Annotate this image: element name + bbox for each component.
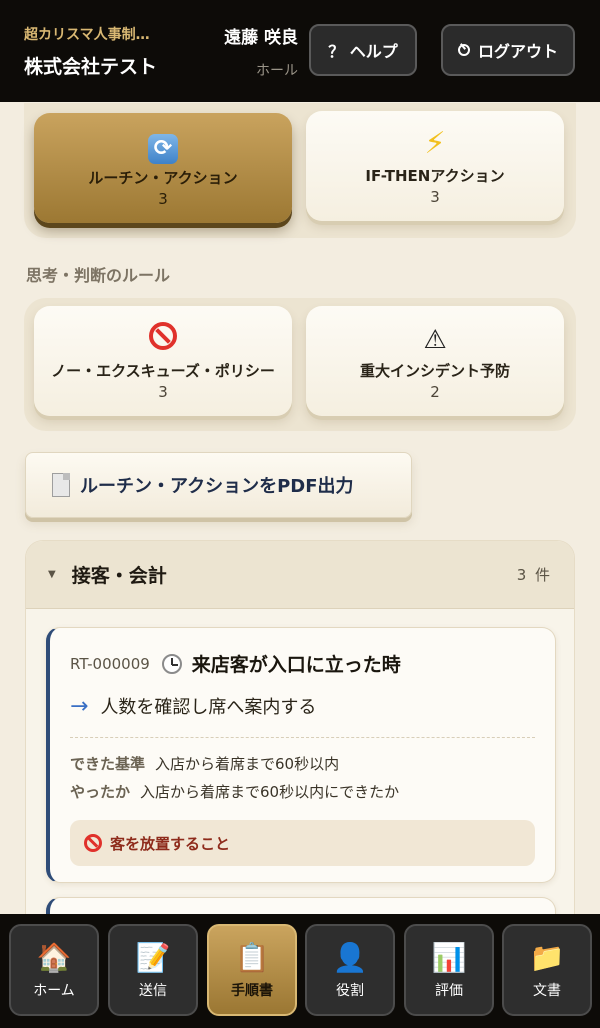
nav-role[interactable]: 👤 役割 [305, 924, 395, 1016]
card-label: 重大インシデント予防 [359, 361, 510, 380]
category-count: 3 件 [516, 566, 552, 584]
arrow-right-icon: → [70, 693, 89, 719]
user-role: ホール [256, 62, 298, 79]
prohibit-icon [149, 321, 177, 356]
rule-trigger: 来店客が入口に立った時 [191, 654, 401, 676]
bottom-nav: 🏠 ホーム 📝 送信 📋 手順書 👤 役割 📊 評価 📁 文書 [0, 914, 600, 1028]
document-icon [52, 473, 70, 497]
check-label: やったか [70, 783, 131, 801]
nav-label: 手順書 [231, 983, 273, 999]
ng-behavior-box: 客を放置すること [70, 820, 535, 866]
card-label: IF-THENアクション [365, 166, 505, 185]
user-block: 遠藤 咲良 ホール [208, 23, 298, 80]
user-name: 遠藤 咲良 [224, 27, 298, 48]
person-icon: 👤 [332, 941, 368, 974]
card-count: 3 [158, 189, 168, 208]
nav-home[interactable]: 🏠 ホーム [9, 924, 99, 1016]
criteria-value: 入店から着席まで60秒以内 [155, 755, 340, 773]
category-panel: ▼ 接客・会計 3 件 RT-000009 来店客が入口に立った時 → 人数を確… [25, 540, 575, 940]
nav-documents[interactable]: 📁 文書 [502, 924, 592, 1016]
criteria-row: できた基準 入店から着席まで60秒以内 [70, 750, 555, 778]
folder-icon: 📁 [529, 941, 565, 974]
action-type-group: ⟳ ルーチン・アクション 3 ⚡ IF-THENアクション 3 [24, 103, 576, 238]
rules-section-label: 思考・判断のルール [26, 266, 171, 285]
category-header[interactable]: ▼ 接客・会計 3 件 [26, 541, 574, 609]
nav-label: 役割 [336, 983, 364, 999]
company-subtitle: 超カリスマ人事制… [24, 26, 150, 43]
company-name: 株式会社テスト [24, 55, 158, 78]
card-count: 2 [430, 382, 440, 401]
card-label: ノー・エクスキューズ・ポリシー [51, 361, 275, 380]
card-count: 3 [430, 187, 440, 206]
clipboard-icon: 📋 [234, 941, 270, 974]
incident-prevention-card[interactable]: ⚠ 重大インシデント予防 2 [306, 306, 564, 416]
routine-action-card[interactable]: ⟳ ルーチン・アクション 3 [34, 113, 292, 223]
nav-label: 送信 [139, 983, 167, 999]
check-value: 入店から着席まで60秒以内にできたか [140, 783, 400, 801]
collapse-triangle-icon: ▼ [48, 569, 56, 580]
company-block: 超カリスマ人事制… 株式会社テスト [24, 24, 202, 79]
memo-icon: 📝 [135, 941, 171, 974]
zap-icon: ⚡ [424, 125, 446, 161]
no-excuse-policy-card[interactable]: ノー・エクスキューズ・ポリシー 3 [34, 306, 292, 416]
rule-action: 人数を確認し席へ案内する [100, 697, 317, 718]
check-row: やったか 入店から着席まで60秒以内にできたか [70, 778, 555, 806]
clock-icon [161, 653, 182, 674]
nav-label: 文書 [533, 983, 561, 999]
nav-send[interactable]: 📝 送信 [108, 924, 198, 1016]
logout-button[interactable]: ログアウト [441, 24, 575, 76]
warning-icon: ⚠ [423, 324, 447, 355]
refresh-icon: ⟳ [148, 129, 178, 164]
card-label: ルーチン・アクション [88, 168, 238, 187]
power-icon [457, 44, 470, 56]
nav-label: 評価 [435, 983, 463, 999]
help-button[interactable]: ？ ヘルプ [309, 24, 417, 76]
logout-label: ログアウト [477, 42, 558, 61]
house-icon: 🏠 [36, 941, 72, 974]
prohibit-icon [84, 834, 102, 852]
app-header: 超カリスマ人事制… 株式会社テスト 遠藤 咲良 ホール ？ ヘルプ ログアウト [0, 0, 600, 102]
ng-behavior-text: 客を放置すること [110, 834, 231, 853]
nav-label: ホーム [33, 983, 75, 999]
if-then-action-card[interactable]: ⚡ IF-THENアクション 3 [306, 111, 564, 221]
pdf-export-label: ルーチン・アクションをPDF出力 [80, 476, 354, 497]
help-label: ？ ヘルプ [328, 42, 398, 61]
chart-icon: 📊 [431, 941, 467, 974]
rule-id: RT-000009 [70, 654, 150, 673]
routine-rule-card[interactable]: RT-000009 来店客が入口に立った時 → 人数を確認し席へ案内する できた… [46, 627, 556, 883]
nav-evaluation[interactable]: 📊 評価 [404, 924, 494, 1016]
card-count: 3 [158, 382, 168, 401]
pdf-export-button[interactable]: ルーチン・アクションをPDF出力 [25, 452, 412, 518]
rules-group: ノー・エクスキューズ・ポリシー 3 ⚠ 重大インシデント予防 2 [24, 298, 576, 431]
nav-manual[interactable]: 📋 手順書 [207, 924, 297, 1016]
category-title: 接客・会計 [71, 565, 167, 587]
criteria-label: できた基準 [70, 755, 146, 773]
